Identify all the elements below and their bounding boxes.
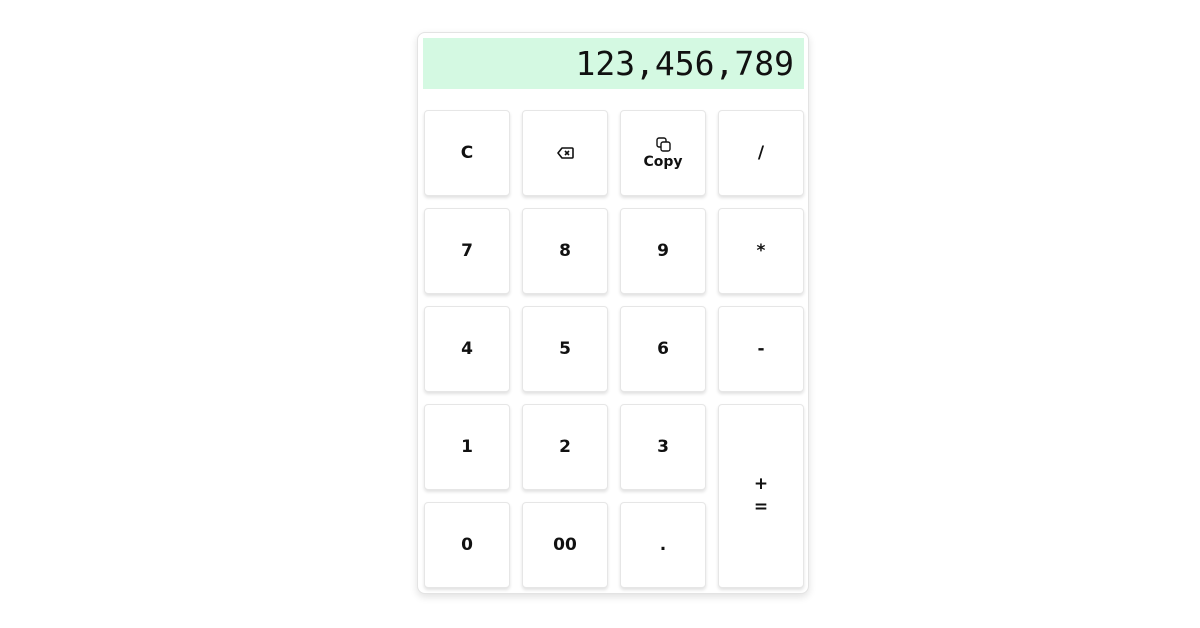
digit-7-button[interactable]: 7	[424, 208, 510, 294]
digit-8-button[interactable]: 8	[522, 208, 608, 294]
digit-9-button[interactable]: 9	[620, 208, 706, 294]
minus-label: -	[757, 339, 765, 359]
copy-label: Copy	[643, 153, 683, 170]
divide-button[interactable]: /	[718, 110, 804, 196]
digit-5-button[interactable]: 5	[522, 306, 608, 392]
digit-label: 3	[657, 437, 669, 457]
digit-label: 6	[657, 339, 669, 359]
digit-4-button[interactable]: 4	[424, 306, 510, 392]
digit-3-button[interactable]: 3	[620, 404, 706, 490]
backspace-button[interactable]	[522, 110, 608, 196]
decimal-button[interactable]: .	[620, 502, 706, 588]
digit-label: 4	[461, 339, 473, 359]
double-zero-button[interactable]: 00	[522, 502, 608, 588]
digit-0-button[interactable]: 0	[424, 502, 510, 588]
digit-2-button[interactable]: 2	[522, 404, 608, 490]
calculator: 123,456,789 C Copy / 7 8 9 * 4 5 6 - 1 2…	[417, 32, 809, 594]
digit-label: 1	[461, 437, 473, 457]
digit-label: 7	[461, 241, 473, 261]
digit-label: 00	[553, 535, 577, 555]
copy-button[interactable]: Copy	[620, 110, 706, 196]
plus-equals-labels: + =	[754, 473, 768, 519]
backspace-icon	[556, 147, 574, 159]
copy-icon	[655, 136, 671, 152]
digit-label: 5	[559, 339, 571, 359]
plus-equals-button[interactable]: + =	[718, 404, 804, 588]
digit-label: 0	[461, 535, 473, 555]
digit-label: 2	[559, 437, 571, 457]
equals-label: =	[753, 497, 769, 517]
digit-label: 9	[657, 241, 669, 261]
multiply-label: *	[756, 241, 766, 261]
multiply-button[interactable]: *	[718, 208, 804, 294]
divide-label: /	[757, 143, 765, 163]
digit-1-button[interactable]: 1	[424, 404, 510, 490]
digit-6-button[interactable]: 6	[620, 306, 706, 392]
display-value: 123,456,789	[575, 44, 794, 83]
clear-button[interactable]: C	[424, 110, 510, 196]
display: 123,456,789	[423, 38, 804, 89]
clear-label: C	[460, 143, 474, 163]
digit-label: 8	[559, 241, 571, 261]
minus-button[interactable]: -	[718, 306, 804, 392]
plus-label: +	[753, 474, 769, 494]
decimal-label: .	[659, 535, 667, 555]
